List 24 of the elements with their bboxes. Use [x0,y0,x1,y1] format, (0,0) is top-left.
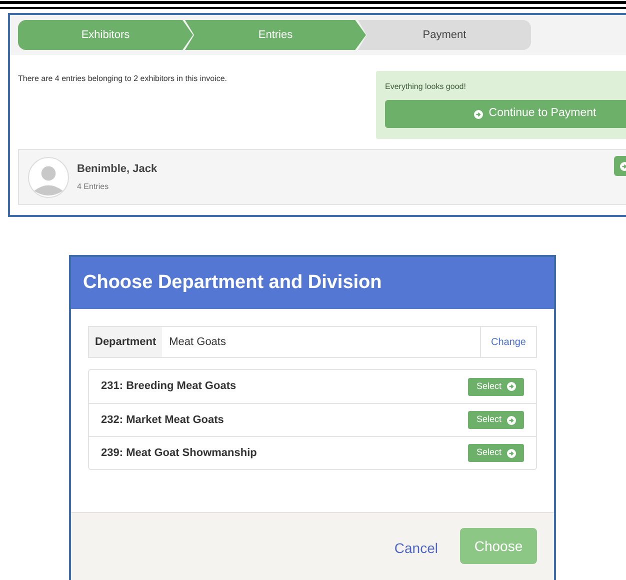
division-name: 232: Market Meat Goats [101,412,224,428]
arrow-circle-icon [506,416,516,424]
dialog-title: Choose Department and Division [83,270,382,295]
continue-button[interactable]: Continue to Payment [385,100,626,128]
arrow-circle-icon [506,382,516,391]
exhibitor-name: Benimble, Jack [77,162,158,177]
arrow-circle-icon [474,110,483,118]
status-message: Everything looks good! [385,81,467,93]
change-link[interactable]: Change [480,327,536,357]
entry-count: 4 Entries [77,181,110,194]
department-label: Department [89,327,162,357]
division-name: 231: Breeding Meat Goats [101,379,236,394]
cancel-link[interactable]: Cancel [394,538,438,559]
summary-text: There are 4 entries belonging to 2 exhibitors in this invoice. [18,73,228,85]
select-button[interactable]: Select [468,444,524,462]
arrow-circle-icon [506,448,516,458]
avatar-icon [28,156,69,198]
department-value: Meat Goats [168,334,227,350]
select-button[interactable]: Select [468,411,524,429]
division-name: 239: Meat Goat Showmanship [101,446,257,461]
progress-step[interactable]: Payment [358,20,531,50]
progress-step[interactable]: Exhibitors [18,20,193,50]
select-button[interactable]: Select [468,378,524,396]
progress-step[interactable]: Entries [185,20,366,50]
